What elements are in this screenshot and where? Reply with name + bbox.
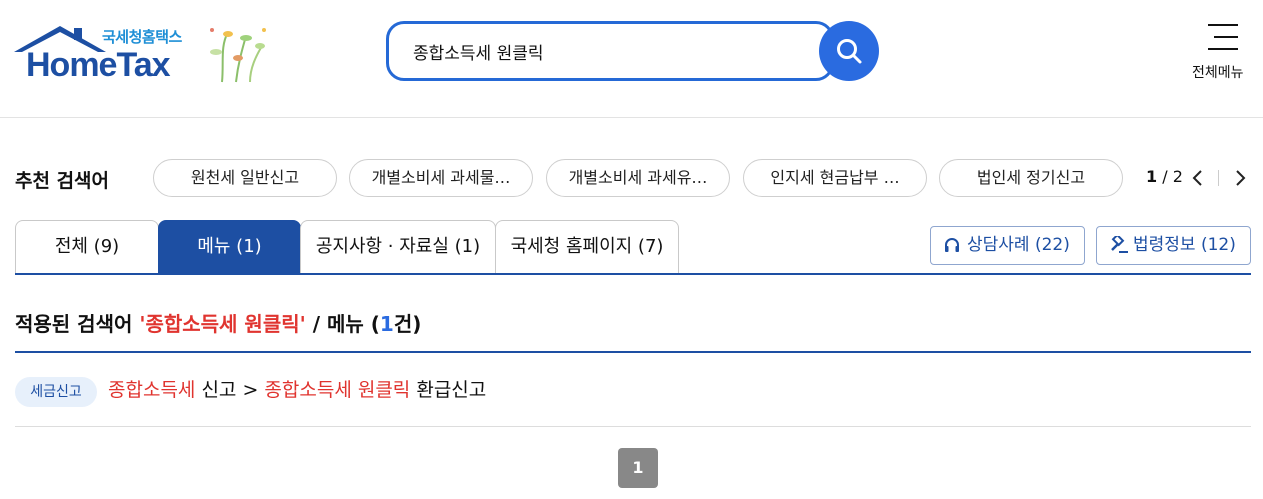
recommend-chip[interactable]: 개별소비세 과세유… (546, 159, 730, 197)
chevron-left-icon[interactable] (1188, 168, 1208, 188)
hamburger-icon (1208, 24, 1238, 60)
chevron-right-icon[interactable] (1230, 168, 1250, 188)
page-button-1[interactable]: 1 (618, 448, 658, 488)
logo-title: HomeTax (26, 46, 171, 84)
search-input[interactable] (413, 38, 813, 64)
pager-divider (1218, 170, 1219, 186)
search-box (386, 21, 834, 81)
full-menu-button[interactable]: 전체메뉴 (1192, 22, 1252, 84)
recommend-title: 추천 검색어 (15, 170, 110, 192)
result-divider (15, 426, 1251, 427)
law-info-button[interactable]: 법령정보 (12) (1096, 226, 1251, 265)
search-button[interactable] (819, 21, 879, 81)
site-header: 국세청홈택스 HomeTax 전체메뉴 (0, 0, 1263, 118)
tab-all[interactable]: 전체 (9) (15, 220, 159, 274)
consult-cases-button[interactable]: 상담사례 (22) (930, 226, 1085, 265)
tab-notice[interactable]: 공지사항 · 자료실 (1) (300, 220, 496, 274)
logo-subtitle: 국세청홈택스 (102, 28, 182, 46)
recommend-chip[interactable]: 법인세 정기신고 (939, 159, 1123, 197)
consult-cases-label: 상담사례 (22) (967, 235, 1070, 255)
tab-menu[interactable]: 메뉴 (1) (158, 220, 301, 274)
result-part3: 종합소득세 원클릭 (264, 379, 411, 401)
recommend-page-total: / 2 (1162, 167, 1183, 186)
applied-mid: / 메뉴 ( (305, 312, 380, 336)
law-info-label: 법령정보 (12) (1133, 235, 1236, 255)
recommend-chip[interactable]: 인지세 현금납부 … (743, 159, 927, 197)
recommend-chip[interactable]: 개별소비세 과세물… (349, 159, 533, 197)
category-badge: 세금신고 (15, 377, 97, 407)
applied-prefix: 적용된 검색어 (15, 312, 140, 336)
applied-keyword: '종합소득세 원클릭' (139, 312, 306, 336)
result-part2: 신고 > (195, 379, 265, 401)
result-link[interactable]: 종합소득세 신고 > 종합소득세 원클릭 환급신고 (108, 377, 486, 403)
applied-keyword-heading: 적용된 검색어 '종합소득세 원클릭' / 메뉴 (1건) (15, 308, 421, 337)
recommend-chip[interactable]: 원천세 일반신고 (153, 159, 337, 197)
applied-count: 1 (379, 312, 394, 336)
full-menu-label: 전체메뉴 (1192, 65, 1244, 81)
tab-nts-homepage[interactable]: 국세청 홈페이지 (7) (495, 220, 679, 274)
applied-suffix: 건) (393, 312, 422, 336)
result-part1: 종합소득세 (108, 379, 196, 401)
result-part4: 환급신고 (410, 379, 487, 401)
gavel-icon (1111, 236, 1128, 253)
recommend-page-current: 1 (1146, 167, 1158, 186)
plant-decoration-icon (210, 28, 266, 83)
headset-icon (945, 238, 959, 252)
tab-underline (15, 273, 1251, 275)
recommend-pager: 1 / 2 (1146, 167, 1183, 186)
search-icon (837, 39, 862, 64)
heading-divider (15, 351, 1251, 353)
hometax-logo[interactable]: 국세청홈택스 HomeTax (14, 22, 274, 86)
